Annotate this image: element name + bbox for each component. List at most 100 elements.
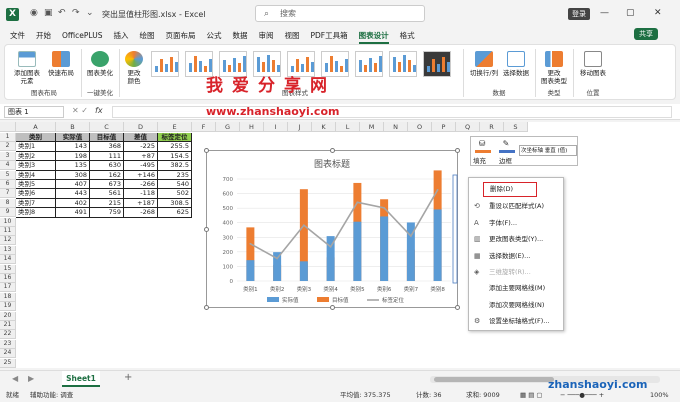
column-header[interactable]: F — [192, 122, 216, 132]
row-header[interactable]: 13 — [0, 245, 16, 255]
sheet-tab-sheet1[interactable]: Sheet1 — [62, 371, 100, 387]
table-cell[interactable]: 类别3 — [16, 161, 56, 171]
table-cell[interactable]: 308.5 — [158, 198, 192, 209]
row-header[interactable]: 23 — [0, 339, 16, 349]
x-tick-label[interactable]: 类别5 — [350, 285, 365, 293]
table-cell[interactable]: 368 — [90, 142, 124, 152]
x-tick-label[interactable]: 类别7 — [404, 285, 419, 293]
row-header[interactable]: 7 — [0, 189, 16, 199]
table-cell[interactable]: 491 — [56, 208, 90, 218]
autosave-icon[interactable]: ◉ — [30, 8, 38, 18]
series-point[interactable] — [276, 257, 279, 260]
table-cell[interactable]: -268 — [124, 208, 158, 218]
column-header[interactable]: H — [240, 122, 264, 132]
secondary-axis-selection[interactable] — [452, 174, 458, 284]
resize-handle[interactable] — [330, 305, 335, 310]
table-cell[interactable]: -225 — [124, 142, 158, 152]
column-header[interactable]: G — [216, 122, 240, 132]
x-tick-label[interactable]: 类别1 — [243, 285, 258, 293]
menu-tab-2[interactable]: OfficePLUS — [62, 31, 102, 40]
row-header[interactable]: 18 — [0, 292, 16, 302]
table-cell[interactable]: 625 — [158, 208, 192, 218]
series-point[interactable] — [383, 206, 386, 209]
row-header[interactable]: 6 — [0, 180, 16, 189]
column-header[interactable]: O — [408, 122, 432, 132]
table-cell[interactable]: 443 — [56, 189, 90, 199]
row-header[interactable]: 14 — [0, 255, 16, 265]
context-item-3[interactable]: ▥ 更改图表类型(Y)... — [469, 231, 565, 247]
table-cell[interactable]: 类别6 — [16, 189, 56, 199]
restore-icon[interactable]: ▢ — [626, 8, 635, 18]
legend-label[interactable]: 标签定位 — [382, 296, 405, 304]
y-tick-label[interactable]: 600 — [223, 192, 234, 198]
table-cell[interactable]: 135 — [56, 161, 90, 171]
accessibility-status[interactable]: 辅助功能: 调查 — [30, 388, 73, 402]
chart-object[interactable]: 图表标题 0 100 200 300 400 500 600 700 类别1 类别2 类别3 类别4 类… — [204, 148, 460, 310]
table-cell[interactable]: 162 — [90, 170, 124, 180]
resize-handle[interactable] — [455, 148, 460, 153]
add-sheet-icon[interactable]: + — [124, 372, 132, 383]
select-all-corner[interactable] — [0, 122, 16, 132]
select-data-button[interactable]: 选择数据 — [501, 51, 531, 77]
legend-key[interactable] — [267, 297, 279, 302]
menu-tab-4[interactable]: 绘图 — [139, 30, 154, 41]
series-point[interactable] — [409, 235, 412, 237]
y-tick-label[interactable]: 400 — [223, 221, 234, 227]
prev-sheet-icon[interactable]: ◀ — [12, 374, 18, 383]
table-cell[interactable]: 类别1 — [16, 142, 56, 152]
column-header[interactable]: J — [288, 122, 312, 132]
table-header-cell[interactable]: 目标值 — [90, 133, 124, 143]
outline-label[interactable]: 边框 — [499, 155, 512, 165]
context-item-2[interactable]: A 字体(F)... — [469, 215, 565, 231]
search-input[interactable]: ⌕ 搜索 — [255, 5, 425, 22]
table-header-cell[interactable]: 实际值 — [56, 133, 90, 143]
menu-tab-1[interactable]: 开始 — [36, 30, 51, 41]
table-cell[interactable]: +87 — [124, 151, 158, 162]
cancel-confirm-icon[interactable]: ✕ ✓ — [72, 106, 88, 115]
x-tick-label[interactable]: 类别6 — [377, 285, 392, 293]
table-cell[interactable]: 308 — [56, 170, 90, 180]
resize-handle[interactable] — [204, 305, 209, 310]
outline-icon[interactable]: ✎ — [499, 139, 513, 148]
column-header[interactable]: A — [16, 122, 56, 132]
fill-icon[interactable]: ⛁ — [475, 139, 489, 148]
close-icon[interactable]: ✕ — [654, 8, 662, 18]
series-point[interactable] — [302, 224, 305, 227]
menu-tab-10[interactable]: PDF工具箱 — [310, 30, 347, 41]
table-cell[interactable]: 540 — [158, 180, 192, 190]
row-header[interactable]: 20 — [0, 311, 16, 321]
table-header-cell[interactable]: 差值 — [124, 133, 158, 143]
resize-handle[interactable] — [455, 305, 460, 310]
column-header[interactable]: D — [124, 122, 158, 132]
bar-actual[interactable] — [299, 261, 308, 281]
table-cell[interactable]: -495 — [124, 161, 158, 171]
legend-label[interactable]: 实际值 — [282, 296, 299, 304]
series-point[interactable] — [436, 189, 439, 191]
context-item-7[interactable]: 添加次要网格线(N) — [469, 297, 565, 313]
menu-tab-8[interactable]: 审阅 — [258, 30, 273, 41]
chart-style-thumb[interactable] — [389, 51, 417, 77]
y-tick-label[interactable]: 300 — [223, 235, 234, 241]
column-header[interactable]: K — [312, 122, 336, 132]
table-cell[interactable]: 402 — [56, 198, 90, 209]
row-header[interactable]: 22 — [0, 330, 16, 340]
row-header[interactable]: 24 — [0, 349, 16, 359]
formula-input[interactable] — [112, 106, 672, 118]
view-buttons-icon[interactable]: ▦ ▤ ▢ — [520, 388, 543, 402]
y-tick-label[interactable]: 200 — [223, 250, 234, 256]
change-colors-button[interactable]: 更改 颜色 — [121, 51, 147, 85]
menu-tab-5[interactable]: 页面布局 — [165, 30, 195, 41]
table-cell[interactable]: 759 — [90, 208, 124, 218]
column-header[interactable]: P — [432, 122, 456, 132]
menu-tab-7[interactable]: 数据 — [232, 30, 247, 41]
menu-tab-12[interactable]: 格式 — [400, 30, 415, 41]
table-cell[interactable]: 502 — [158, 189, 192, 199]
table-cell[interactable]: -266 — [124, 180, 158, 190]
resize-handle[interactable] — [330, 148, 335, 153]
menu-tab-3[interactable]: 插入 — [113, 30, 128, 41]
table-header-cell[interactable]: 类别 — [16, 133, 56, 143]
table-cell[interactable]: 类别5 — [16, 180, 56, 190]
column-header[interactable]: Q — [456, 122, 480, 132]
save-icon[interactable]: ▣ — [44, 8, 53, 18]
series-point[interactable] — [249, 242, 252, 245]
